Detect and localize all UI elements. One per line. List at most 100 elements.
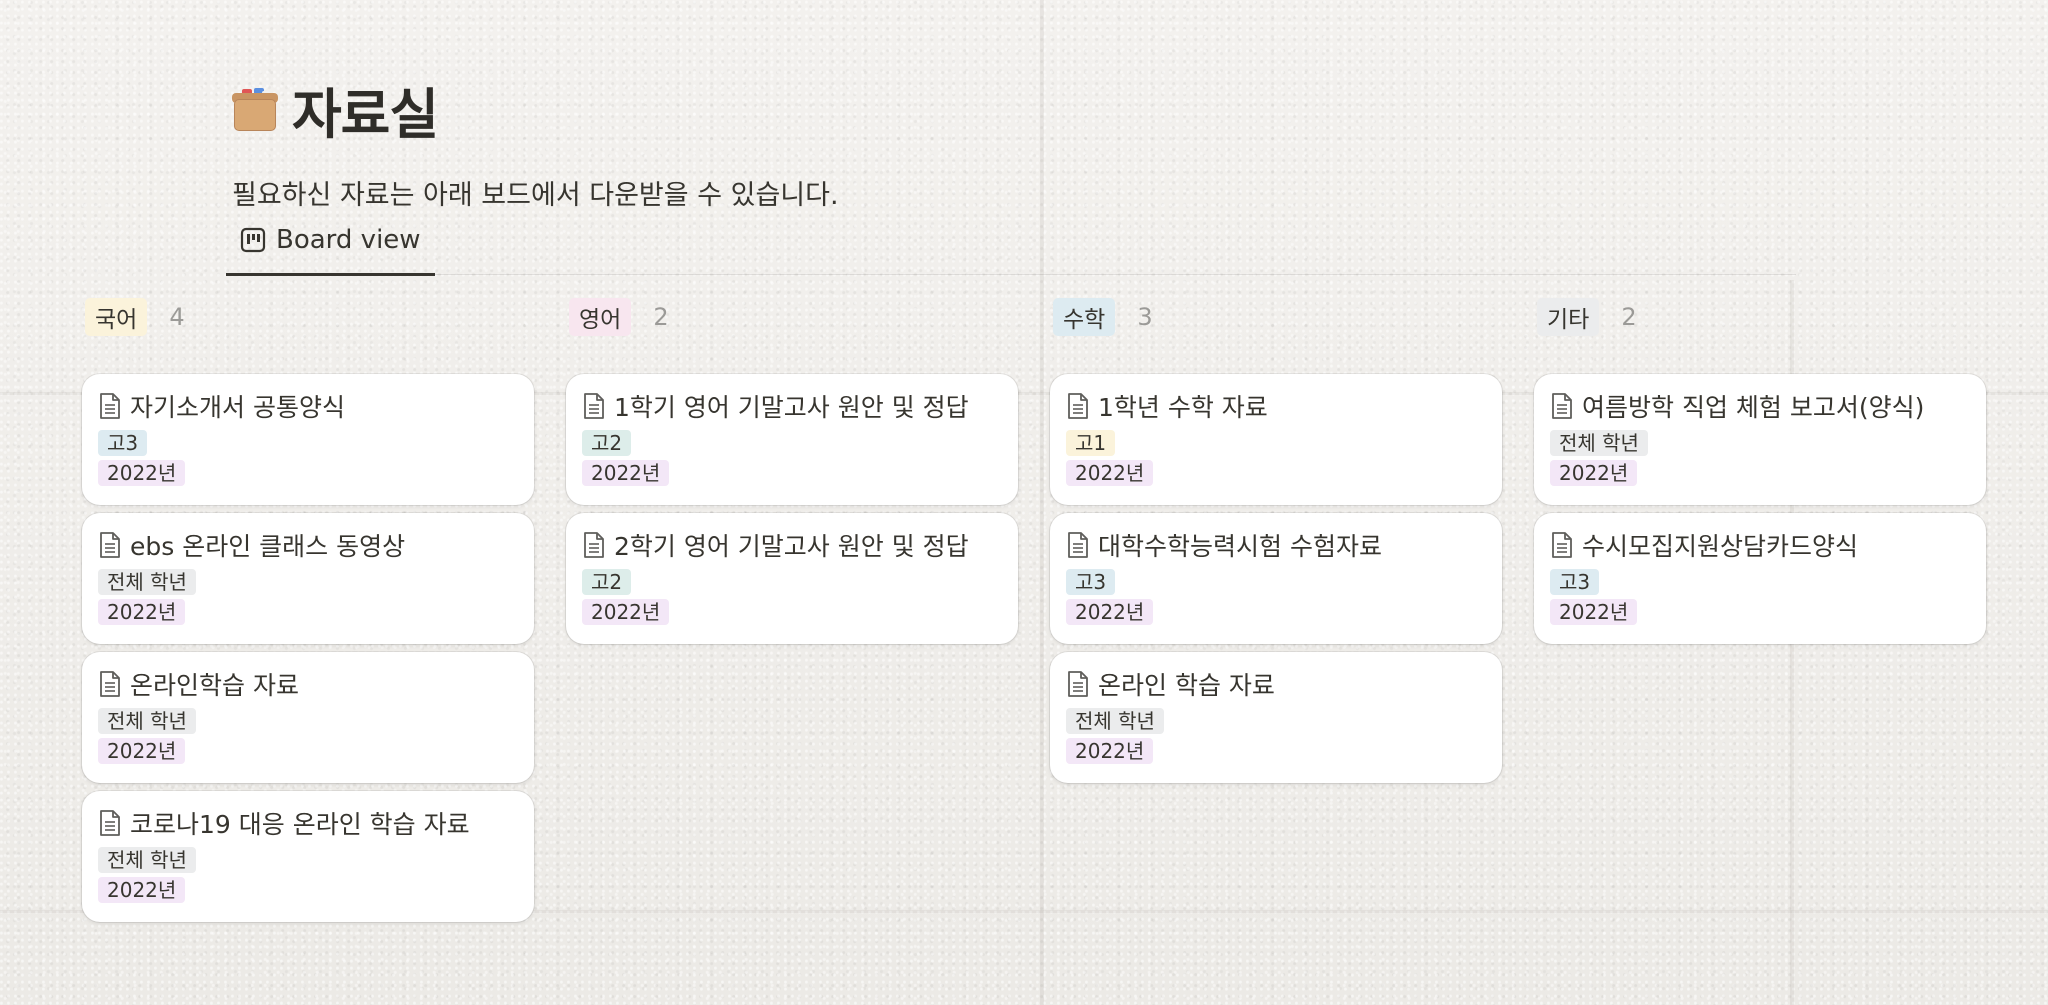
tab-board-view[interactable]: Board view	[226, 225, 435, 276]
card-title: ebs 온라인 클래스 동영상	[130, 532, 406, 561]
column-label: 영어	[569, 298, 632, 336]
year-row: 2022년	[582, 599, 1002, 627]
year-row: 2022년	[98, 877, 518, 905]
document-icon	[1550, 392, 1574, 420]
board-column: 국어 4 자기소개서 공통양식 고3 2022년 ebs 온라인 클래스 동영상 전체 학년…	[82, 298, 534, 922]
page-title[interactable]: 자료실	[292, 70, 439, 149]
year-tag: 2022년	[1550, 599, 1638, 625]
board-view-icon	[240, 227, 266, 253]
grade-tag: 전체 학년	[98, 569, 196, 595]
grade-row: 고3	[98, 430, 518, 458]
column-count: 4	[169, 303, 185, 331]
grade-row: 고2	[582, 430, 1002, 458]
board-card[interactable]: 1학년 수학 자료고1 2022년	[1050, 374, 1502, 505]
card-title-row: 수시모집지원상담카드양식	[1550, 527, 1970, 563]
card-title: 대학수학능력시험 수험자료	[1098, 532, 1382, 561]
document-icon	[582, 392, 606, 420]
grade-tag: 고1	[1066, 430, 1116, 456]
tab-board-view-label: Board view	[276, 225, 421, 255]
year-tag: 2022년	[1550, 460, 1638, 486]
year-tag: 2022년	[582, 460, 670, 486]
year-row: 2022년	[1550, 599, 1970, 627]
board-column: 수학 3 1학년 수학 자료 고1 2022년 대학수학능력시험 수험자료 고3 2022년 온…	[1050, 298, 1502, 783]
tabbar-divider	[226, 274, 1796, 275]
document-icon	[582, 531, 606, 559]
board-card[interactable]: 1학기 영어 기말고사 원안 및 정답고2 2022년	[566, 374, 1018, 505]
year-tag: 2022년	[1066, 599, 1154, 625]
year-tag: 2022년	[1066, 460, 1154, 486]
year-row: 2022년	[1550, 460, 1970, 488]
card-title: 수시모집지원상담카드양식	[1582, 532, 1859, 561]
card-title: 온라인학습 자료	[130, 671, 299, 700]
year-tag: 2022년	[98, 599, 186, 625]
grade-tag: 고3	[1066, 569, 1116, 595]
column-header[interactable]: 수학 3	[1050, 298, 1502, 336]
title-row: 자료실	[232, 70, 839, 149]
year-tag: 2022년	[582, 599, 670, 625]
card-list: 자기소개서 공통양식 고3 2022년 ebs 온라인 클래스 동영상 전체 학년 202…	[82, 374, 534, 922]
card-title: 1학년 수학 자료	[1098, 393, 1268, 422]
year-row: 2022년	[98, 738, 518, 766]
document-icon	[1550, 531, 1574, 559]
column-label: 기타	[1537, 298, 1600, 336]
board-card[interactable]: 2학기 영어 기말고사 원안 및 정답고2 2022년	[566, 513, 1018, 644]
column-count: 3	[1137, 303, 1153, 331]
year-row: 2022년	[582, 460, 1002, 488]
card-title: 온라인 학습 자료	[1098, 671, 1275, 700]
grade-row: 고3	[1066, 569, 1486, 597]
card-title: 여름방학 직업 체험 보고서(양식)	[1582, 393, 1925, 422]
grade-row: 고2	[582, 569, 1002, 597]
board-card[interactable]: 대학수학능력시험 수험자료고3 2022년	[1050, 513, 1502, 644]
card-title-row: 2학기 영어 기말고사 원안 및 정답	[582, 527, 1002, 563]
year-row: 2022년	[1066, 599, 1486, 627]
board-card[interactable]: 자기소개서 공통양식고3 2022년	[82, 374, 534, 505]
year-row: 2022년	[1066, 460, 1486, 488]
column-label: 국어	[85, 298, 148, 336]
column-header[interactable]: 영어 2	[566, 298, 1018, 336]
grade-row: 전체 학년	[98, 708, 518, 736]
year-row: 2022년	[98, 460, 518, 488]
document-icon	[98, 809, 122, 837]
card-title: 2학기 영어 기말고사 원안 및 정답	[614, 532, 969, 561]
grade-row: 전체 학년	[98, 847, 518, 875]
card-title-row: 자기소개서 공통양식	[98, 388, 518, 424]
column-header[interactable]: 국어 4	[82, 298, 534, 336]
column-count: 2	[1621, 303, 1637, 331]
board-card[interactable]: ebs 온라인 클래스 동영상전체 학년 2022년	[82, 513, 534, 644]
card-list: 여름방학 직업 체험 보고서(양식) 전체 학년 2022년 수시모집지원상담카드양식…	[1534, 374, 1986, 644]
column-header[interactable]: 기타 2	[1534, 298, 1986, 336]
board-column: 영어 2 1학기 영어 기말고사 원안 및 정답 고2 2022년 2학기 영어 기말고사…	[566, 298, 1018, 644]
view-tabbar: Board view	[226, 214, 435, 276]
page-subtitle: 필요하신 자료는 아래 보드에서 다운받을 수 있습니다.	[232, 180, 839, 211]
year-tag: 2022년	[1066, 738, 1154, 764]
board-card[interactable]: 온라인학습 자료전체 학년 2022년	[82, 652, 534, 783]
grade-tag: 전체 학년	[1066, 708, 1164, 734]
board-card[interactable]: 코로나19 대응 온라인 학습 자료전체 학년 2022년	[82, 791, 534, 922]
card-title-row: 온라인 학습 자료	[1066, 666, 1486, 702]
grade-row: 고3	[1550, 569, 1970, 597]
card-title: 코로나19 대응 온라인 학습 자료	[130, 810, 470, 839]
year-row: 2022년	[98, 599, 518, 627]
card-title-row: 코로나19 대응 온라인 학습 자료	[98, 805, 518, 841]
card-title-row: 1학년 수학 자료	[1066, 388, 1486, 424]
board-card[interactable]: 여름방학 직업 체험 보고서(양식) 전체 학년 2022년	[1534, 374, 1986, 505]
year-tag: 2022년	[98, 738, 186, 764]
grade-tag: 고3	[1550, 569, 1600, 595]
grade-row: 전체 학년	[1066, 708, 1486, 736]
board-card[interactable]: 수시모집지원상담카드양식고3 2022년	[1534, 513, 1986, 644]
document-icon	[98, 670, 122, 698]
board-card[interactable]: 온라인 학습 자료전체 학년 2022년	[1050, 652, 1502, 783]
card-list: 1학년 수학 자료 고1 2022년 대학수학능력시험 수험자료 고3 2022년 온라인 …	[1050, 374, 1502, 783]
column-label: 수학	[1053, 298, 1116, 336]
card-title-row: 온라인학습 자료	[98, 666, 518, 702]
package-box-icon[interactable]	[232, 87, 278, 133]
document-icon	[98, 392, 122, 420]
grade-tag: 고2	[582, 430, 632, 456]
grade-tag: 전체 학년	[98, 847, 196, 873]
grade-tag: 전체 학년	[98, 708, 196, 734]
card-title: 1학기 영어 기말고사 원안 및 정답	[614, 393, 969, 422]
card-list: 1학기 영어 기말고사 원안 및 정답 고2 2022년 2학기 영어 기말고사 원안…	[566, 374, 1018, 644]
document-icon	[98, 531, 122, 559]
card-title-row: 1학기 영어 기말고사 원안 및 정답	[582, 388, 1002, 424]
document-icon	[1066, 670, 1090, 698]
